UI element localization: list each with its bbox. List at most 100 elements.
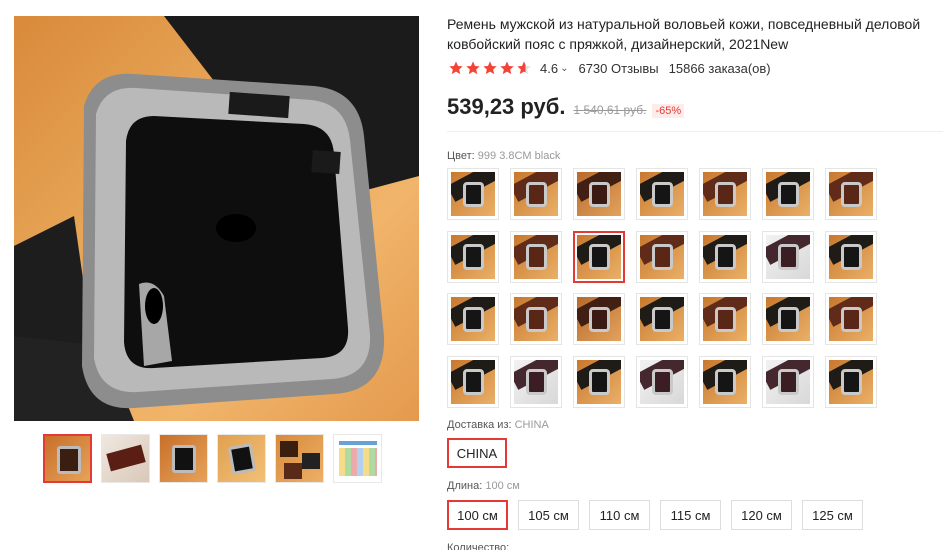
swatch-buckle	[589, 306, 611, 333]
swatch-buckle	[652, 244, 674, 270]
star-icon	[500, 61, 514, 75]
thumbnail-3[interactable]	[159, 434, 208, 483]
color-swatch-14[interactable]	[825, 230, 877, 283]
color-swatch-19[interactable]	[699, 293, 751, 345]
product-title: Ремень мужской из натуральной воловьей к…	[447, 16, 921, 52]
color-swatch-28[interactable]	[825, 355, 877, 408]
swatch-buckle	[526, 369, 548, 395]
color-swatch-11[interactable]	[636, 230, 688, 283]
swatch-buckle	[463, 181, 485, 208]
length-option-100[interactable]: 100 см	[447, 500, 508, 530]
swatch-image	[577, 359, 621, 404]
color-swatch-15[interactable]	[447, 293, 499, 345]
swatch-buckle	[463, 244, 485, 270]
swatch-image	[703, 297, 747, 341]
swatch-image	[451, 172, 495, 216]
thumbnail-2[interactable]	[101, 434, 150, 483]
swatch-image	[514, 359, 558, 404]
swatch-image	[577, 172, 621, 216]
color-swatch-2[interactable]	[510, 168, 562, 220]
swatch-image	[640, 172, 684, 216]
length-option-115[interactable]: 115 см	[660, 500, 721, 530]
color-swatch-23[interactable]	[510, 355, 562, 408]
shipping-value: CHINA	[514, 419, 549, 431]
swatch-image	[451, 359, 495, 404]
swatch-buckle	[526, 181, 548, 208]
thumbnail-6-size-chart[interactable]	[333, 434, 382, 483]
color-swatch-17[interactable]	[573, 293, 625, 345]
star-icon	[449, 61, 463, 75]
rating-row: 4.6 ⌄ 6730 Отзывы 15866 заказа(ов)	[448, 58, 771, 78]
color-swatch-26[interactable]	[699, 355, 751, 408]
swatch-image	[514, 234, 558, 279]
quantity-label: Количество:	[447, 542, 510, 550]
color-swatch-20[interactable]	[762, 293, 814, 345]
swatch-buckle	[589, 181, 611, 208]
belt-buckle-illustration	[14, 16, 419, 421]
star-half-icon	[517, 61, 531, 75]
color-swatch-13[interactable]	[762, 230, 814, 283]
old-price: 1 540,61 руб.	[573, 103, 647, 117]
swatch-buckle	[589, 244, 611, 270]
swatch-image	[577, 297, 621, 341]
reviews-count[interactable]: 6730 Отзывы	[578, 61, 658, 76]
color-swatch-12[interactable]	[699, 230, 751, 283]
color-swatch-21[interactable]	[825, 293, 877, 345]
swatch-buckle	[526, 306, 548, 333]
color-swatch-grid	[447, 168, 877, 408]
chevron-down-icon[interactable]: ⌄	[560, 63, 568, 74]
color-swatch-4[interactable]	[636, 168, 688, 220]
color-label: Цвет:	[447, 150, 475, 162]
swatch-buckle	[778, 306, 800, 333]
orders-count: 15866 заказа(ов)	[668, 60, 771, 76]
rating-value[interactable]: 4.6	[540, 61, 558, 76]
swatch-image	[829, 234, 873, 279]
rating-stars	[448, 60, 532, 76]
color-swatch-1[interactable]	[447, 168, 499, 220]
swatch-image	[640, 359, 684, 404]
color-swatch-24[interactable]	[573, 355, 625, 408]
swatch-buckle	[841, 181, 863, 208]
color-swatch-22[interactable]	[447, 355, 499, 408]
swatch-buckle	[715, 369, 737, 395]
swatch-image	[451, 234, 495, 279]
swatch-image	[514, 172, 558, 216]
thumbnail-4[interactable]	[217, 434, 266, 483]
color-swatch-8[interactable]	[447, 230, 499, 283]
swatch-buckle	[463, 306, 485, 333]
price-row: 539,23 руб. 1 540,61 руб. -65%	[447, 94, 685, 120]
color-swatch-9[interactable]	[510, 230, 562, 283]
length-option-120[interactable]: 120 см	[731, 500, 792, 530]
length-option-125[interactable]: 125 см	[802, 500, 863, 530]
discount-badge: -65%	[652, 104, 685, 118]
swatch-image	[703, 359, 747, 404]
color-swatch-6[interactable]	[762, 168, 814, 220]
main-product-image[interactable]	[14, 16, 419, 421]
swatch-buckle	[778, 181, 800, 208]
swatch-image	[829, 359, 873, 404]
length-option-105[interactable]: 105 см	[518, 500, 579, 530]
thumbnail-5[interactable]	[275, 434, 324, 483]
color-swatch-27[interactable]	[762, 355, 814, 408]
swatch-image	[766, 234, 810, 279]
swatch-image	[640, 297, 684, 341]
swatch-buckle	[715, 181, 737, 208]
color-swatch-16[interactable]	[510, 293, 562, 345]
swatch-buckle	[463, 369, 485, 395]
thumbnail-1[interactable]	[43, 434, 92, 483]
swatch-image	[514, 297, 558, 341]
swatch-buckle	[778, 369, 800, 395]
color-swatch-3[interactable]	[573, 168, 625, 220]
color-swatch-7[interactable]	[825, 168, 877, 220]
ship-from-china-option[interactable]: CHINA	[447, 438, 507, 468]
swatch-buckle	[652, 181, 674, 208]
color-swatch-10[interactable]	[573, 230, 625, 283]
color-swatch-18[interactable]	[636, 293, 688, 345]
swatch-buckle	[589, 369, 611, 395]
swatch-image	[703, 234, 747, 279]
color-swatch-25[interactable]	[636, 355, 688, 408]
divider	[447, 131, 943, 132]
swatch-image	[766, 297, 810, 341]
length-option-110[interactable]: 110 см	[589, 500, 650, 530]
color-swatch-5[interactable]	[699, 168, 751, 220]
